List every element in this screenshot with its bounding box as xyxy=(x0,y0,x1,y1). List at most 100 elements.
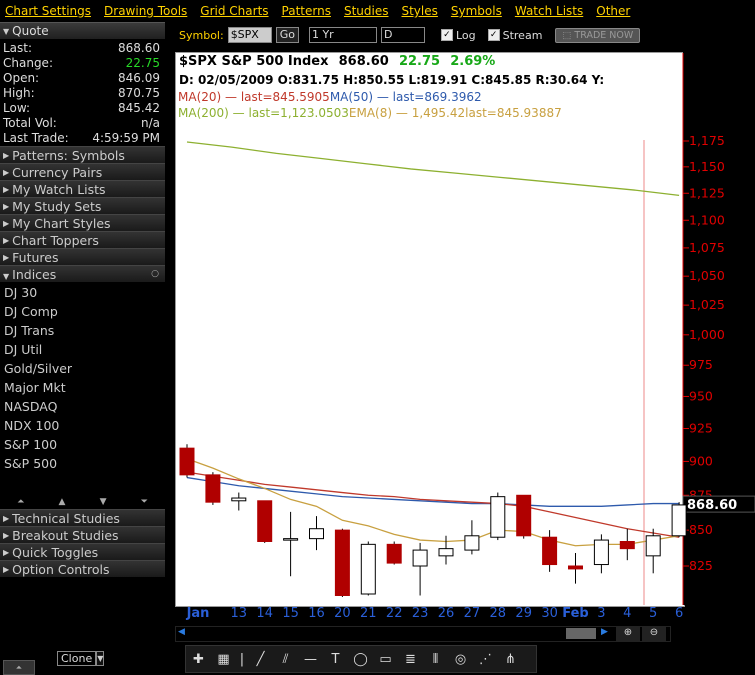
ellipse-tool-icon[interactable]: ◯ xyxy=(348,652,373,667)
rectangle-tool-icon[interactable]: ▭ xyxy=(373,652,398,667)
index-item[interactable]: DJ 30 xyxy=(0,283,165,302)
legend-series-value: last=845.5905 xyxy=(240,90,330,104)
legend-series-value: 1,495.42last=845.93887 xyxy=(411,106,562,120)
indices-header[interactable]: ▼ Indices ○ xyxy=(0,265,165,282)
interval-select[interactable]: D xyxy=(380,27,425,43)
menu-item-other[interactable]: Other xyxy=(596,4,638,18)
menu-item-watch-lists[interactable]: Watch Lists xyxy=(515,4,591,18)
legend-line-2: MA(200) — last=1,123.0503EMA(8) — 1,495.… xyxy=(178,106,562,120)
parallel-lines-icon[interactable]: ⫽ xyxy=(273,652,298,667)
menu-item-drawing-tools[interactable]: Drawing Tools xyxy=(104,4,195,18)
zoom-in-icon[interactable]: ⊕ xyxy=(616,627,640,641)
quote-row: Open: 846.09 xyxy=(0,71,165,86)
chart-change: 22.75 xyxy=(398,54,441,69)
scroll-down-icon[interactable]: ▼ xyxy=(100,497,107,507)
indices-list: DJ 30 DJ Comp DJ Trans DJ Util Gold/Silver Ma… xyxy=(0,282,165,473)
chevron-down-icon[interactable]: ▼ xyxy=(96,651,105,666)
expand-triangle-icon: ▶ xyxy=(3,252,10,262)
index-item[interactable]: Gold/Silver xyxy=(0,359,165,378)
menu-item-chart-settings[interactable]: Chart Settings xyxy=(5,4,99,18)
text-tool-icon[interactable]: T xyxy=(323,652,348,667)
scroll-top-icon[interactable]: ⏶ xyxy=(17,497,24,507)
stream-toggle[interactable]: ✓ Stream xyxy=(487,29,542,42)
clone-control: Clone ▼ xyxy=(57,651,105,666)
fan-icon[interactable]: ⋰ xyxy=(473,652,498,667)
scroll-bottom-icon[interactable]: ⏷ xyxy=(141,497,148,507)
section-my-chart-styles[interactable]: ▶ My Chart Styles xyxy=(0,214,165,231)
pitchfork-icon[interactable]: ⋔ xyxy=(498,652,523,667)
chart-pct: 2.69% xyxy=(450,54,496,69)
legend-series-name: MA(20) xyxy=(178,90,222,104)
legend-series-value: last=1,123.0503 xyxy=(248,106,349,120)
settings-circle-icon[interactable]: ○ xyxy=(151,269,159,279)
expand-triangle-icon: ▶ xyxy=(3,513,10,523)
fibonacci-icon[interactable]: ≣ xyxy=(398,652,423,667)
menu-item-grid-charts[interactable]: Grid Charts xyxy=(200,4,276,18)
trade-now-button[interactable]: ⬚ TRADE NOW xyxy=(555,27,641,43)
index-item[interactable]: DJ Util xyxy=(0,340,165,359)
crosshair-icon[interactable]: ✚ xyxy=(186,652,211,667)
symbol-input[interactable]: $SPX xyxy=(227,27,272,43)
section-quick-toggles[interactable]: ▶ Quick Toggles xyxy=(0,543,165,560)
section-currency-pairs[interactable]: ▶ Currency Pairs xyxy=(0,163,165,180)
range-select[interactable]: 1 Yr xyxy=(308,27,377,43)
index-item[interactable]: S&P 100 xyxy=(0,435,165,454)
scroll-thumb[interactable] xyxy=(566,628,596,639)
log-toggle[interactable]: ✓ Log xyxy=(440,29,476,42)
quote-row: Last Trade: 4:59:59 PM xyxy=(0,131,165,146)
section-breakout-studies[interactable]: ▶ Breakout Studies xyxy=(0,526,165,543)
grid-icon[interactable]: ▦ xyxy=(211,652,236,667)
menu-item-symbols[interactable]: Symbols xyxy=(451,4,510,18)
menu-item-studies[interactable]: Studies xyxy=(344,4,397,18)
section-label: My Watch Lists xyxy=(12,181,106,197)
price-plot[interactable]: $SPX S&P 500 Index 868.60 22.75 2.69% D:… xyxy=(175,52,685,607)
section-chart-toppers[interactable]: ▶ Chart Toppers xyxy=(0,231,165,248)
legend-dash-icon: — xyxy=(221,90,241,104)
section-my-watch-lists[interactable]: ▶ My Watch Lists xyxy=(0,180,165,197)
section-label: Patterns: Symbols xyxy=(12,147,125,163)
legend-dash-icon: — xyxy=(373,90,393,104)
line-tool-icon[interactable]: ╱ xyxy=(248,652,273,667)
section-patterns-symbols[interactable]: ▶ Patterns: Symbols xyxy=(0,146,165,163)
index-item[interactable]: S&P 500 xyxy=(0,454,165,473)
quote-header[interactable]: ▼ Quote xyxy=(0,22,165,39)
section-list-bottom: ▶ Technical Studies ▶ Breakout Studies ▶ Quic… xyxy=(0,509,165,577)
y-axis-panel xyxy=(683,52,755,605)
collapse-triangle-icon: ▼ xyxy=(3,271,10,281)
quote-label: High: xyxy=(3,86,35,100)
index-item[interactable]: DJ Trans xyxy=(0,321,165,340)
index-item[interactable]: NDX 100 xyxy=(0,416,165,435)
quote-value: 845.42 xyxy=(118,101,160,115)
index-item[interactable]: DJ Comp xyxy=(0,302,165,321)
go-button[interactable]: Go xyxy=(275,27,299,43)
section-label: Currency Pairs xyxy=(12,164,103,180)
quote-value: 22.75 xyxy=(125,56,160,70)
expand-triangle-icon: ▶ xyxy=(3,547,10,557)
chart-title: $SPX S&P 500 Index xyxy=(179,54,329,69)
section-my-study-sets[interactable]: ▶ My Study Sets xyxy=(0,197,165,214)
horizontal-line-icon[interactable]: — xyxy=(298,652,323,667)
quote-label: Change: xyxy=(3,56,53,70)
scroll-up-icon[interactable]: ▲ xyxy=(58,497,65,507)
expand-triangle-icon: ▶ xyxy=(3,564,10,574)
section-technical-studies[interactable]: ▶ Technical Studies xyxy=(0,509,165,526)
quote-label: Open: xyxy=(3,71,40,85)
scroll-right-icon[interactable]: ▶ xyxy=(601,627,608,637)
index-item[interactable]: Major Mkt xyxy=(0,378,165,397)
section-label: Option Controls xyxy=(12,561,110,577)
index-item[interactable]: NASDAQ xyxy=(0,397,165,416)
zoom-out-icon[interactable]: ⊖ xyxy=(642,627,666,641)
check-icon: ✓ xyxy=(487,29,500,41)
quote-row: Change: 22.75 xyxy=(0,56,165,71)
spiral-icon[interactable]: ◎ xyxy=(448,652,473,667)
chart-scrollbar[interactable]: ◀ ▶ ⊕ ⊖ xyxy=(175,626,671,642)
menu-item-patterns[interactable]: Patterns xyxy=(282,4,339,18)
menu-item-styles[interactable]: Styles xyxy=(401,4,445,18)
quote-label: Last Trade: xyxy=(3,131,69,145)
section-option-controls[interactable]: ▶ Option Controls xyxy=(0,560,165,577)
expand-triangle-icon: ▶ xyxy=(3,150,10,160)
clone-select[interactable]: Clone xyxy=(57,651,97,666)
gann-icon[interactable]: ⦀ xyxy=(423,652,448,667)
scroll-left-icon[interactable]: ◀ xyxy=(178,627,185,637)
section-futures[interactable]: ▶ Futures xyxy=(0,248,165,265)
